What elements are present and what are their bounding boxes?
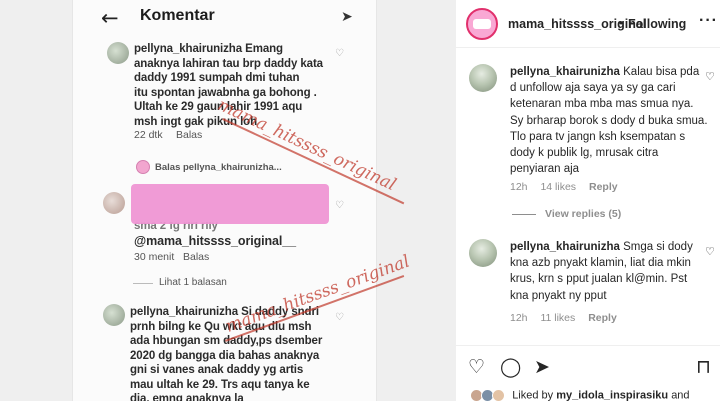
more-horizontal-icon[interactable]: ···	[699, 12, 718, 30]
screenshot-header: ← Komentar ➤	[73, 0, 378, 34]
commenter-avatar[interactable]	[469, 239, 497, 267]
comment-likes[interactable]: 11 likes	[540, 312, 575, 324]
screenshot-avatar	[107, 42, 129, 64]
send-icon[interactable]: ➤	[534, 356, 550, 378]
screenshot-time: 22 dtk	[134, 129, 163, 141]
avatar-logo	[473, 19, 491, 29]
comment-time: 12h	[510, 181, 528, 193]
arrow-left-icon: ←	[101, 6, 119, 30]
heart-icon: ♡	[335, 312, 344, 323]
screenshot-avatar	[103, 192, 125, 214]
comment-username[interactable]: pellyna_khairunizha	[510, 241, 620, 253]
paper-plane-icon: ➤	[341, 9, 353, 25]
comment-text: pellyna_khairunizha Smga si dody kna azb…	[510, 239, 708, 304]
comment-line: gni si vanes anak daddy yg artis	[130, 364, 304, 376]
reply-button[interactable]: Reply	[588, 312, 617, 324]
screenshot-comment-2: sma 2 fg rlrl rlly @mama_hitssss_origina…	[134, 222, 296, 249]
heart-icon[interactable]: ♡	[468, 356, 485, 378]
comment-text: pellyna_khairunizha Kalau bisa pda d unf…	[510, 64, 708, 177]
redaction-block	[131, 184, 329, 224]
liked-by-user[interactable]: my_idola_inspirasiku	[556, 389, 668, 401]
comment-likes[interactable]: 14 likes	[540, 181, 576, 193]
heart-icon[interactable]: ♡	[705, 70, 715, 83]
liked-by-prefix: Liked by	[512, 389, 554, 401]
screenshot-reply: Balas	[176, 129, 203, 141]
heart-icon[interactable]: ♡	[705, 245, 715, 258]
screenshot-avatar	[103, 304, 125, 326]
reply-button[interactable]: Reply	[589, 181, 618, 193]
view-replies-button[interactable]: View replies (5)	[545, 208, 621, 220]
screenshot-reply-to: Balas pellyna_khairunizha...	[155, 162, 282, 173]
comment-meta: 12h 14 likes Reply	[510, 181, 628, 193]
post-image: ← Komentar ➤ pellyna_khairunizha Emang a…	[0, 0, 455, 401]
comment-line: mau ultah ke 29. Trs aqu tanya ke	[130, 378, 310, 391]
heart-icon: ♡	[335, 48, 344, 59]
author-username[interactable]: mama_hitssss_original	[508, 17, 646, 31]
comment-username[interactable]: pellyna_khairunizha	[510, 66, 620, 78]
comment-line: pellyna_khairunizha Emang	[134, 43, 283, 55]
divider	[512, 214, 536, 215]
comment-mention: @mama_hitssss_original__	[134, 234, 296, 248]
bookmark-icon[interactable]: ⊓	[696, 356, 711, 378]
liked-by: Liked by my_idola_inspirasiku and	[470, 389, 690, 401]
comment-line: 2020 dg bangga dia bahas anaknya	[130, 349, 320, 362]
comments-panel: mama_hitssss_original • Following ··· pe…	[455, 0, 720, 401]
comment-line: dia, emng anaknya la	[130, 393, 244, 401]
heart-icon: ♡	[335, 200, 344, 211]
separator-dot: •	[619, 16, 624, 30]
comment-icon[interactable]: ◯	[500, 356, 521, 378]
following-button[interactable]: Following	[628, 17, 686, 31]
comment-time: 12h	[510, 312, 528, 324]
liker-avatar	[492, 389, 506, 401]
screenshot-view-replies: Lihat 1 balasan	[159, 277, 227, 288]
author-avatar[interactable]	[466, 8, 498, 40]
liked-by-suffix: and	[671, 389, 690, 401]
comment-content: Kalau bisa pda d unfollow aja saya ya sy…	[510, 66, 708, 176]
phone-screenshot: ← Komentar ➤ pellyna_khairunizha Emang a…	[72, 0, 412, 401]
screenshot-title: Komentar	[140, 7, 215, 24]
divider	[133, 283, 153, 284]
screenshot-time: 30 menit	[134, 251, 175, 263]
screenshot-reply: Balas	[183, 251, 210, 263]
commenter-avatar[interactable]	[469, 64, 497, 92]
comment-line: daddy 1991 sumpah dmi tuhan	[134, 72, 300, 84]
comment-line: anaknya lahiran tau brp daddy kata	[134, 57, 323, 70]
screenshot-reply-avatar	[136, 160, 150, 174]
comment-meta: 12h 11 likes Reply	[510, 312, 627, 324]
post-header: mama_hitssss_original • Following ···	[456, 0, 720, 48]
